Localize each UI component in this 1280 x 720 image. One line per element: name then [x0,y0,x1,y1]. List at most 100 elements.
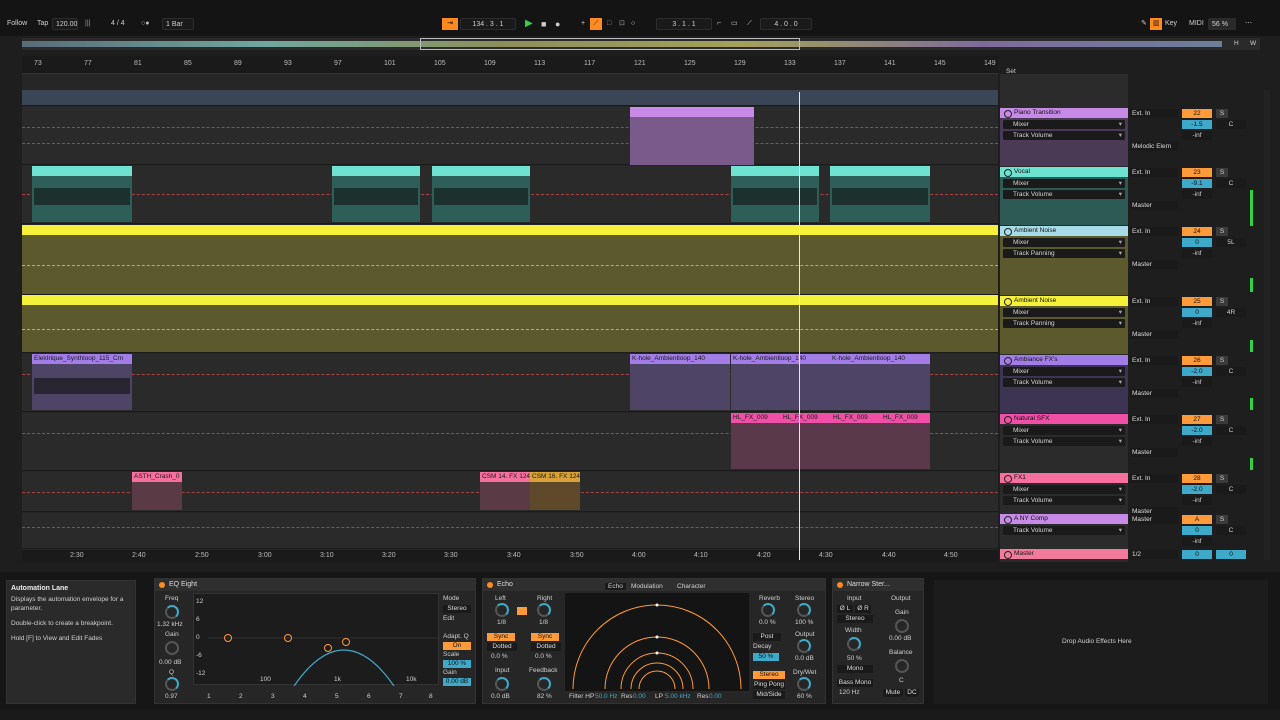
output-type[interactable]: Master [1130,201,1178,210]
tempo-field[interactable]: 120.00 [52,18,78,30]
clip-hl-fx[interactable]: HL_FX_009 [831,413,881,469]
input-type[interactable]: Ext. In [1130,474,1178,483]
res-value[interactable]: 0.00 [633,693,646,700]
track-header-master[interactable]: Master [1000,549,1128,561]
clip-khole[interactable]: K-hole_Ambientloop_140 [630,354,730,410]
solo-button[interactable]: S [1216,109,1228,118]
clip-vocal[interactable] [332,166,420,222]
drop-area[interactable]: Drop Audio Effects Here [934,580,1268,704]
track-number[interactable]: 26 [1182,356,1212,365]
device-chooser[interactable]: Mixer [1003,238,1125,247]
pan-field[interactable]: C [1216,120,1246,129]
clip-vocal[interactable] [830,166,930,222]
balance-knob[interactable] [895,659,909,673]
mode-stereo[interactable]: Stereo [753,671,785,679]
quantization-select[interactable]: 1 Bar [162,18,194,30]
device-chooser[interactable]: Mixer [1003,179,1125,188]
input-type[interactable]: Ext. In [1130,415,1178,424]
punch-in-icon[interactable]: ⌐ [714,18,724,30]
midi-map-button[interactable]: MIDI [1186,18,1207,30]
gain-knob[interactable] [895,619,909,633]
lane-ny-comp[interactable] [22,513,998,549]
clip-asth-crash[interactable]: ASTH_Crash_0 [132,472,182,510]
follow-button[interactable]: Follow [4,18,30,30]
output-value[interactable]: 0.0 dB [795,655,814,662]
track-name[interactable]: Piano Transition [1000,108,1128,118]
cue-out[interactable]: 1/2 [1130,550,1178,559]
q-value[interactable]: 0.97 [165,693,178,700]
hp-value[interactable]: 50.0 Hz [595,693,617,700]
output-type[interactable]: Master [1130,448,1178,457]
key-map-button[interactable]: Key [1162,18,1180,30]
loop-switch-icon[interactable]: ▭ [728,18,741,30]
volume-field[interactable]: 0 [1182,308,1212,317]
band-toggle[interactable]: 4 [303,693,307,700]
stop-icon[interactable]: ■ [538,18,549,30]
arrangement-position-icon[interactable]: ⇥ [442,18,458,30]
left-time-value[interactable]: 1/8 [497,619,506,626]
arrangement-overview[interactable]: H W [22,38,1260,50]
clip-khole[interactable]: K-hole_Ambientloop_140 [731,354,830,410]
track-header-ambient-noise-2[interactable]: Ambient Noise Mixer Track Panning [1000,296,1128,354]
out-gain-value[interactable]: 0.00 dB [443,678,471,686]
control-chooser[interactable]: Track Panning [1003,319,1125,328]
solo-button[interactable]: S [1216,168,1228,177]
clip-ambient-header[interactable] [22,225,998,235]
clip-vocal[interactable] [32,166,132,222]
band-toggle[interactable]: 1 [207,693,211,700]
tab-modulation[interactable]: Modulation [631,583,663,590]
pan-field[interactable]: 4R [1216,308,1246,317]
output-type[interactable]: Master [1130,330,1178,339]
device-on-icon[interactable] [487,582,493,588]
input-type[interactable]: Ext. In [1130,168,1178,177]
input-type[interactable]: Ext. In [1130,227,1178,236]
track-header-vocal[interactable]: Vocal Mixer Track Volume [1000,167,1128,225]
narrow-stereo-device[interactable]: Narrow Ster... Input Output Ø L Ø R Ster… [832,578,924,704]
pan-field[interactable]: C [1216,179,1246,188]
track-number[interactable]: 23 [1182,168,1212,177]
overview-w-button[interactable]: W [1250,40,1256,47]
track-header-natural-sfx[interactable]: Natural SFX Mixer Track Volume [1000,414,1128,472]
session-record-icon[interactable]: ⊡ [616,18,628,30]
pan-field[interactable]: C [1216,526,1246,535]
draw-mode-icon[interactable]: ✎ [1138,18,1150,30]
tab-character[interactable]: Character [677,583,706,590]
freq-knob[interactable] [165,605,179,619]
loop-start[interactable]: 3 . 1 . 1 [656,18,712,30]
play-icon[interactable]: ▶ [522,18,536,30]
clip-ambient-header[interactable] [22,295,998,305]
time-signature[interactable]: 4 / 4 [108,18,128,30]
reverb-value[interactable]: 0.0 % [759,619,776,626]
device-chooser[interactable]: Mixer [1003,308,1125,317]
output-knob[interactable] [797,639,811,653]
volume-field[interactable]: -2.0 [1182,485,1212,494]
track-name[interactable]: Ambient Noise [1000,226,1128,236]
clip-vocal[interactable] [432,166,530,222]
phase-left-toggle[interactable]: Ø L [837,605,853,613]
track-name[interactable]: Vocal [1000,167,1128,177]
lane-melodic[interactable] [22,90,998,106]
res-value[interactable]: 0.00 [709,693,722,700]
drywet-knob[interactable] [797,677,811,691]
bar-ruler[interactable]: 73 77 81 85 89 93 97 101 105 109 113 117… [22,56,998,74]
track-header-ambiance-fx[interactable]: Ambiance FX's Mixer Track Volume [1000,355,1128,413]
gain-value[interactable]: 0.00 dB [889,635,911,642]
lane-fx1[interactable]: ASTH_Crash_0 CSM 14. FX 124 CSM 16. FX 1… [22,472,998,512]
left-sync-toggle[interactable]: Sync [487,633,515,641]
gain-value[interactable]: 0.00 dB [159,659,181,666]
groove-icon[interactable]: ○● [138,18,152,30]
control-chooser[interactable]: Track Volume [1003,437,1125,446]
input-type[interactable]: Ext. In [1130,109,1178,118]
control-chooser[interactable]: Track Volume [1003,131,1125,140]
tab-echo[interactable]: Echo [605,583,626,590]
time-ruler[interactable]: 2:30 2:40 2:50 3:00 3:10 3:20 3:30 3:40 … [22,550,998,562]
overdub-icon[interactable]: + [578,18,588,30]
output-type[interactable]: Master [1130,389,1178,398]
control-chooser[interactable]: Track Volume [1003,496,1125,505]
track-number[interactable]: 24 [1182,227,1212,236]
freq-value[interactable]: 1.32 kHz [157,621,183,628]
pan-field[interactable]: 5L [1216,238,1246,247]
track-header-ny-comp[interactable]: A NY Comp Track Volume [1000,514,1128,548]
device-title[interactable]: Narrow Ster... [833,579,923,591]
song-position[interactable]: 134 . 3 . 1 [460,18,516,30]
